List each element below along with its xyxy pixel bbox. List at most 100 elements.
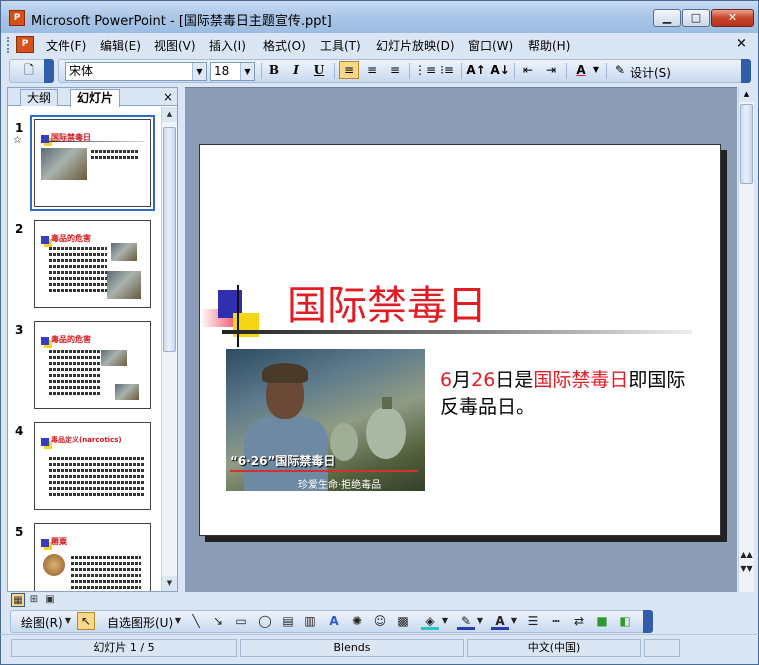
chevron-down-icon[interactable]: ▼: [475, 612, 485, 630]
shadow-style-icon[interactable]: ■: [593, 612, 611, 630]
font-color-icon[interactable]: A: [491, 612, 509, 630]
bold-button[interactable]: B: [264, 61, 284, 79]
font-name-combo[interactable]: 宋体 ▼: [65, 62, 207, 81]
chevron-down-icon[interactable]: ▼: [63, 612, 73, 630]
new-document-icon[interactable]: 🗋: [19, 61, 39, 79]
menu-format[interactable]: 格式(O): [263, 37, 306, 54]
align-right-icon[interactable]: ≡: [385, 61, 405, 79]
photo-figure: [262, 363, 308, 383]
diagram-icon[interactable]: ✺: [348, 612, 366, 630]
font-size-combo[interactable]: 18 ▼: [210, 62, 255, 81]
arrow-icon[interactable]: ↘: [209, 612, 227, 630]
design-button[interactable]: 设计(S): [630, 64, 671, 81]
menubar-grip[interactable]: [7, 37, 10, 53]
document-icon[interactable]: P: [16, 36, 34, 53]
textbox-icon[interactable]: ▤: [279, 612, 297, 630]
close-button[interactable]: ✕: [711, 9, 754, 27]
chevron-down-icon[interactable]: ▼: [440, 612, 450, 630]
decrease-indent-icon[interactable]: ⇤: [518, 61, 538, 79]
menu-insert[interactable]: 插入(I): [209, 37, 246, 54]
slide-thumbnail-5[interactable]: 罂粟: [34, 523, 151, 591]
oval-icon[interactable]: ◯: [256, 612, 274, 630]
underline-button[interactable]: U: [309, 61, 329, 79]
numbering-icon[interactable]: ⋮≡: [414, 61, 436, 79]
italic-button[interactable]: I: [286, 61, 306, 79]
slide-thumbnail-3[interactable]: 毒品的危害: [34, 321, 151, 409]
fill-color-icon[interactable]: ◈: [421, 612, 439, 630]
decrease-font-size-icon[interactable]: A↓: [490, 61, 510, 79]
wordart-icon[interactable]: A: [325, 612, 343, 630]
increase-font-size-icon[interactable]: A↑: [466, 61, 486, 79]
slide-thumbnail-2[interactable]: 毒品的危害: [34, 220, 151, 308]
next-slide-icon[interactable]: ▼▼: [739, 563, 754, 575]
design-icon[interactable]: ✎: [610, 61, 630, 79]
slide-sorter-view-icon[interactable]: ⊞: [27, 593, 41, 607]
normal-view-icon[interactable]: ▦: [11, 593, 25, 607]
scroll-up-icon[interactable]: ▲: [739, 87, 754, 102]
animation-star-icon: ☆: [13, 135, 22, 146]
document-close-icon[interactable]: ×: [736, 36, 747, 51]
chevron-down-icon[interactable]: ▼: [192, 63, 206, 80]
align-center-icon[interactable]: ≡: [362, 61, 382, 79]
line-style-icon[interactable]: ☰: [524, 612, 542, 630]
tab-outline[interactable]: 大纲: [20, 89, 59, 106]
align-left-icon[interactable]: ≡: [339, 61, 359, 79]
horizontal-scrollbar[interactable]: [185, 592, 759, 608]
scroll-up-icon[interactable]: ▲: [162, 107, 177, 122]
arrow-style-icon[interactable]: ⇄: [570, 612, 588, 630]
menu-slideshow[interactable]: 幻灯片放映(D): [376, 37, 455, 54]
slide-thumbnail-1[interactable]: 国际禁毒日: [30, 115, 155, 211]
slide-title[interactable]: 国际禁毒日: [287, 273, 487, 331]
slide-decoration: [41, 236, 49, 244]
font-color-button[interactable]: A: [571, 61, 591, 79]
draw-menu-button[interactable]: 绘图(R): [21, 614, 63, 631]
slide-body-text[interactable]: 6月26日是国际禁毒日即国际反毒品日。: [440, 367, 700, 421]
slideshow-view-icon[interactable]: ▣: [43, 593, 57, 607]
photo-caption-line: [230, 470, 418, 472]
menu-edit[interactable]: 编辑(E): [100, 37, 141, 54]
scrollbar-thumb[interactable]: [740, 104, 753, 184]
slide-decoration: [41, 539, 49, 547]
slide-number: 2: [15, 222, 24, 236]
menu-tools[interactable]: 工具(T): [320, 37, 361, 54]
bullets-icon[interactable]: ⁝≡: [437, 61, 457, 79]
chevron-down-icon[interactable]: ▼: [173, 612, 183, 630]
menu-window[interactable]: 窗口(W): [468, 37, 513, 54]
previous-slide-icon[interactable]: ▲▲: [739, 549, 754, 561]
rectangle-icon[interactable]: ▭: [232, 612, 250, 630]
slides-pane-scrollbar[interactable]: ▲ ▼: [161, 107, 177, 591]
menu-view[interactable]: 视图(V): [154, 37, 196, 54]
increase-indent-icon[interactable]: ⇥: [541, 61, 561, 79]
menu-file[interactable]: 文件(F): [46, 37, 86, 54]
menu-help[interactable]: 帮助(H): [528, 37, 570, 54]
chevron-down-icon[interactable]: ▼: [591, 61, 601, 79]
thumbnail-photo: [111, 243, 137, 261]
picture-icon[interactable]: ▩: [394, 612, 412, 630]
line-icon[interactable]: ╲: [187, 612, 205, 630]
line-color-icon[interactable]: ✎: [457, 612, 475, 630]
toolbar-options-chevron-icon[interactable]: [44, 59, 54, 83]
toolbar-options-chevron-icon[interactable]: [643, 610, 653, 633]
vertical-textbox-icon[interactable]: ▥: [301, 612, 319, 630]
editor-scrollbar[interactable]: ▲ ▲▲ ▼▼: [738, 87, 754, 592]
select-pointer-icon[interactable]: ↖: [77, 612, 95, 630]
slide-photo[interactable]: “6·26”国际禁毒日 珍爱生命·拒绝毒品: [226, 349, 425, 491]
scroll-down-icon[interactable]: ▼: [162, 576, 177, 591]
clipart-icon[interactable]: ☺: [371, 612, 389, 630]
dash-style-icon[interactable]: ┅: [547, 612, 565, 630]
toolbar-options-chevron-icon[interactable]: [741, 59, 751, 83]
powerpoint-app-icon[interactable]: P: [9, 10, 25, 26]
tab-slides[interactable]: 幻灯片: [70, 89, 121, 107]
scrollbar-thumb[interactable]: [163, 127, 176, 352]
current-slide[interactable]: 国际禁毒日 “6·26”国际禁毒日 珍爱生命·拒绝毒品 6月26日是国际禁毒日即…: [199, 144, 721, 536]
minimize-button[interactable]: ▁: [653, 9, 681, 27]
autoshapes-menu-button[interactable]: 自选图形(U): [107, 614, 173, 631]
pane-close-icon[interactable]: ×: [163, 90, 173, 104]
maximize-button[interactable]: □: [682, 9, 710, 27]
3d-style-icon[interactable]: ◧: [616, 612, 634, 630]
font-name-value: 宋体: [69, 64, 94, 78]
chevron-down-icon[interactable]: ▼: [509, 612, 519, 630]
chevron-down-icon[interactable]: ▼: [240, 63, 254, 80]
slide-thumbnail-4[interactable]: 毒品定义(narcotics): [34, 422, 151, 510]
menu-bar: P 文件(F) 编辑(E) 视图(V) 插入(I) 格式(O) 工具(T) 幻灯…: [0, 33, 759, 57]
